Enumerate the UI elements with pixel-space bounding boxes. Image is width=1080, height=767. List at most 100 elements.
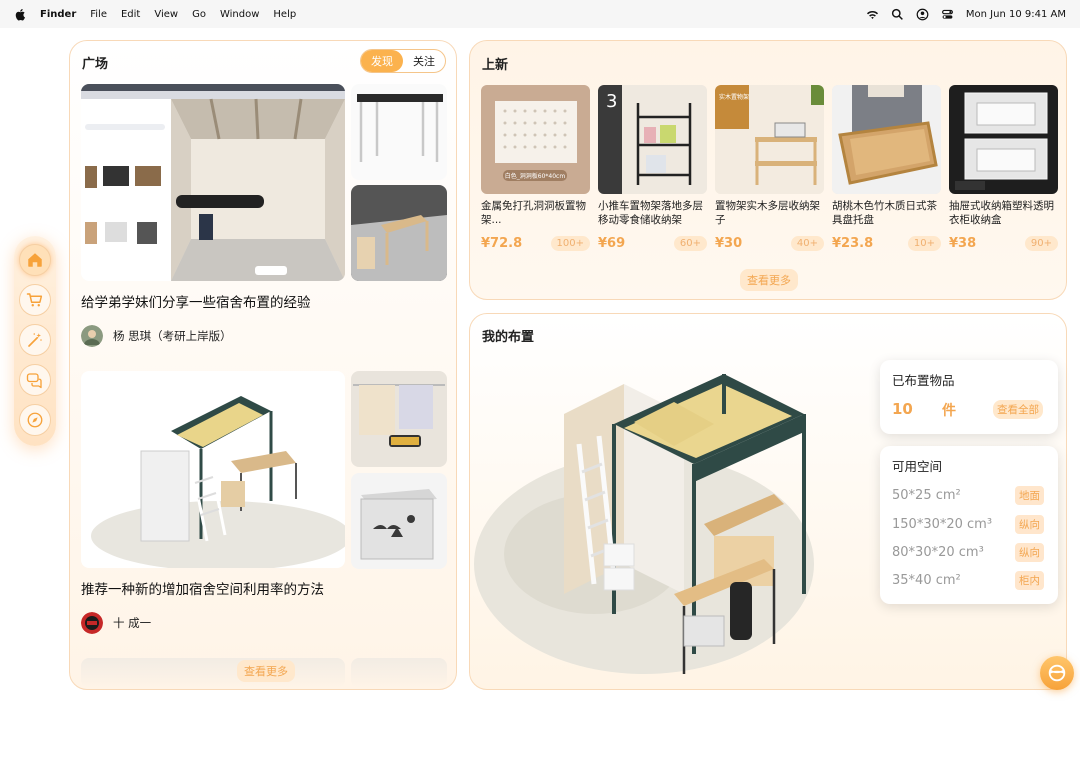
available-space-label: 可用空间: [892, 459, 943, 474]
space-row: 50*25 cm² 地面: [892, 486, 1044, 505]
new-arrivals-more-button[interactable]: 查看更多: [740, 269, 798, 291]
space-tag[interactable]: 纵向: [1015, 515, 1044, 534]
placed-items-card: 已布置物品 10 件 查看全部: [880, 360, 1058, 434]
nav-magic[interactable]: [19, 324, 51, 356]
my-layout-panel: 我的布置 已布置物品 10 件 查看全部 可用空间 50*25 cm² 地面 1…: [469, 313, 1067, 690]
nav-cart[interactable]: [19, 284, 51, 316]
nav-chat[interactable]: [19, 364, 51, 396]
cart-icon: [26, 293, 43, 307]
post-1-side-image-desk[interactable]: [351, 84, 447, 180]
space-dimension: 35*40 cm²: [892, 573, 961, 588]
product-card[interactable]: 实木置物架 置物架实木多层收纳架子 ¥30 40+: [715, 85, 824, 251]
space-row: 80*30*20 cm³ 纵向: [892, 543, 1044, 562]
my-layout-title: 我的布置: [482, 330, 535, 345]
product-price: ¥30: [715, 236, 743, 251]
product-image: 白色_洞洞板60*40cm: [481, 85, 590, 194]
plaza-panel: 广场 发现 关注 给学弟学妹们分享一些宿舍布置的经验 杨 思琪（考研上岸版） 推…: [69, 40, 457, 690]
space-dimension: 150*30*20 cm³: [892, 517, 993, 532]
product-image-badge: 3: [606, 91, 617, 112]
post-1-main-image[interactable]: [81, 84, 345, 281]
plaza-title: 广场: [82, 57, 109, 72]
product-card[interactable]: 胡桃木色竹木质日式茶具盘托盘 ¥23.8 10+: [832, 85, 941, 251]
view-all-button[interactable]: 查看全部: [993, 400, 1043, 419]
available-space-card: 可用空间 50*25 cm² 地面 150*30*20 cm³ 纵向 80*30…: [880, 446, 1058, 604]
placed-items-label: 已布置物品: [892, 373, 955, 388]
menu-window[interactable]: Window: [220, 9, 259, 20]
post-3-image-peek: [81, 658, 345, 688]
product-sold-count: 10+: [907, 236, 941, 251]
product-name: 金属免打孔洞洞板置物架...: [481, 200, 586, 226]
tab-discover[interactable]: 发现: [361, 50, 403, 72]
product-price: ¥38: [949, 236, 977, 251]
menu-help[interactable]: Help: [273, 9, 296, 20]
post-2-main-image[interactable]: [81, 371, 345, 568]
post-1-avatar: [81, 325, 103, 347]
chat-icon: [26, 373, 42, 389]
post-1-author-name: 杨 思琪（考研上岸版）: [113, 329, 232, 343]
post-2-side-image-towel-rack[interactable]: [351, 371, 447, 467]
space-tag[interactable]: 纵向: [1015, 543, 1044, 562]
menu-file[interactable]: File: [90, 9, 107, 20]
side-nav: [14, 236, 56, 446]
product-image-badge: 实木置物架: [719, 93, 749, 101]
wifi-icon[interactable]: [866, 8, 879, 21]
space-dimension: 50*25 cm²: [892, 488, 961, 503]
placed-items-count: 10: [892, 400, 913, 418]
product-sold-count: 100+: [550, 236, 590, 251]
plaza-more-button[interactable]: 查看更多: [237, 660, 295, 682]
post-1-side-image-room[interactable]: [351, 185, 447, 281]
product-card[interactable]: 白色_洞洞板60*40cm 金属免打孔洞洞板置物架... ¥72.8 100+: [481, 85, 590, 251]
product-card[interactable]: 抽屉式收纳箱塑料透明衣柜收纳盒 ¥38 90+: [949, 85, 1058, 251]
menu-app-name[interactable]: Finder: [40, 9, 76, 20]
layout-3d-scene[interactable]: [474, 354, 874, 684]
space-row: 35*40 cm² 柜内: [892, 571, 1044, 590]
product-name: 抽屉式收纳箱塑料透明衣柜收纳盒: [949, 200, 1054, 226]
control-center-icon[interactable]: [941, 8, 954, 21]
nav-home[interactable]: [19, 244, 51, 276]
product-sold-count: 40+: [790, 236, 824, 251]
planet-icon: [1048, 664, 1066, 682]
product-card[interactable]: 3 小推车置物架落地多层移动零食储收纳架 ¥69 60+: [598, 85, 707, 251]
product-sold-count: 90+: [1024, 236, 1058, 251]
space-dimension: 80*30*20 cm³: [892, 545, 984, 560]
post-2-author[interactable]: 十 成一: [81, 612, 151, 634]
menu-view[interactable]: View: [154, 9, 178, 20]
apple-icon[interactable]: [14, 8, 26, 21]
product-image: [832, 85, 941, 194]
post-2-side-image-storage-box[interactable]: [351, 473, 447, 569]
product-name: 置物架实木多层收纳架子: [715, 200, 820, 226]
product-price: ¥72.8: [481, 236, 523, 251]
post-2-author-name: 十 成一: [113, 616, 152, 630]
menu-go[interactable]: Go: [192, 9, 206, 20]
post-1-title[interactable]: 给学弟学妹们分享一些宿舍布置的经验: [81, 291, 311, 311]
menu-edit[interactable]: Edit: [121, 9, 140, 20]
floating-action-button[interactable]: [1040, 656, 1074, 690]
product-name: 胡桃木色竹木质日式茶具盘托盘: [832, 200, 937, 226]
new-arrivals-panel: 上新 白色_洞洞板60*40cm 金属免打孔洞洞板置物架... ¥72.8 100…: [469, 40, 1067, 300]
compass-icon: [27, 412, 43, 428]
post-3-side-peek: [351, 658, 447, 688]
post-2-avatar: [81, 612, 103, 634]
space-tag[interactable]: 柜内: [1015, 571, 1044, 590]
product-image: 3: [598, 85, 707, 194]
space-tag[interactable]: 地面: [1015, 486, 1044, 505]
product-image: 实木置物架: [715, 85, 824, 194]
placed-items-unit: 件: [942, 403, 956, 419]
product-image-badge: 白色_洞洞板60*40cm: [505, 172, 566, 180]
product-price: ¥69: [598, 236, 626, 251]
search-icon[interactable]: [891, 8, 904, 21]
tab-follow[interactable]: 关注: [403, 50, 445, 72]
new-arrivals-title: 上新: [482, 58, 509, 73]
post-2-title[interactable]: 推荐一种新的增加宿舍空间利用率的方法: [81, 578, 324, 598]
home-icon: [28, 253, 42, 267]
menubar-clock[interactable]: Mon Jun 10 9:41 AM: [966, 9, 1066, 20]
product-image: [949, 85, 1058, 194]
space-row: 150*30*20 cm³ 纵向: [892, 515, 1044, 534]
product-sold-count: 60+: [673, 236, 707, 251]
plaza-tab-toggle: 发现 关注: [360, 49, 446, 73]
product-price: ¥23.8: [832, 236, 874, 251]
post-1-author[interactable]: 杨 思琪（考研上岸版）: [81, 325, 232, 347]
user-icon[interactable]: [916, 8, 929, 21]
nav-compass[interactable]: [19, 404, 51, 436]
menu-bar: Finder File Edit View Go Window Help Mon…: [0, 0, 1080, 28]
